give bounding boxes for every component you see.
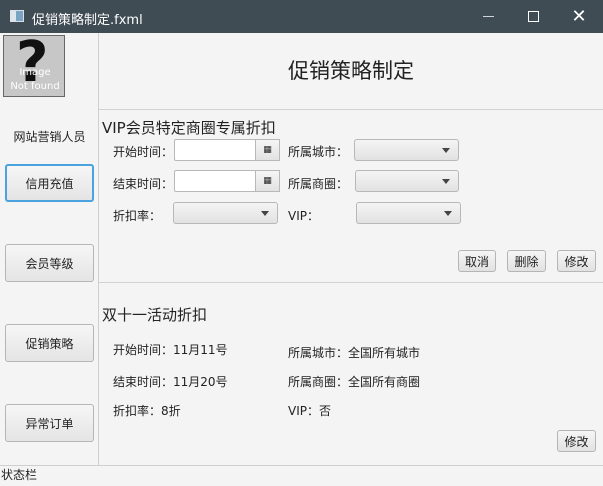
double11-section-title: 双十一活动折扣 bbox=[102, 306, 208, 324]
page-title: 促销策略制定 bbox=[288, 59, 414, 83]
calendar-icon: ▦ bbox=[263, 176, 272, 186]
chevron-down-icon bbox=[261, 211, 269, 216]
avatar: ? Image Not found bbox=[3, 35, 65, 97]
vip-start-calendar-button[interactable]: ▦ bbox=[256, 139, 280, 161]
vip-city-combobox[interactable] bbox=[354, 139, 459, 161]
delete-button[interactable]: 删除 bbox=[507, 250, 546, 272]
chevron-down-icon bbox=[444, 211, 452, 216]
vip-section-title: VIP会员特定商圈专属折扣 bbox=[102, 119, 276, 137]
user-role-label: 网站营销人员 bbox=[13, 130, 86, 144]
close-icon: ✕ bbox=[571, 6, 587, 27]
double11-modify-button[interactable]: 修改 bbox=[557, 430, 596, 452]
vip-vip-combobox[interactable] bbox=[356, 202, 461, 224]
vip-city-label: 所属城市： bbox=[288, 145, 349, 159]
divider bbox=[99, 109, 603, 110]
vip-start-date-picker: ▦ bbox=[174, 139, 280, 161]
status-bar: 状态栏 bbox=[0, 465, 603, 486]
vip-rate-label: 折扣率： bbox=[113, 209, 162, 223]
chevron-down-icon bbox=[442, 148, 450, 153]
promotion-strategy-button[interactable]: 促销策略 bbox=[5, 324, 94, 362]
vip-district-label: 所属商圈： bbox=[288, 177, 349, 191]
vip-rate-combobox[interactable] bbox=[173, 202, 278, 224]
chevron-down-icon bbox=[442, 179, 450, 184]
abnormal-orders-button[interactable]: 异常订单 bbox=[5, 404, 94, 442]
main-panel: 促销策略制定 VIP会员特定商圈专属折扣 开始时间： ▦ 所属城市： 结束时间：… bbox=[99, 33, 603, 465]
app-icon bbox=[10, 10, 24, 22]
sidebar: ? Image Not found 网站营销人员 信用充值 会员等级 促销策略 … bbox=[0, 33, 99, 465]
divider bbox=[99, 282, 603, 283]
close-button[interactable]: ✕ bbox=[556, 0, 602, 33]
double11-start-text: 开始时间：11月11号 bbox=[113, 343, 228, 357]
window-title: 促销策略制定.fxml bbox=[32, 13, 143, 28]
vip-end-date-picker: ▦ bbox=[174, 170, 280, 192]
vip-end-calendar-button[interactable]: ▦ bbox=[256, 170, 280, 192]
double11-end-text: 结束时间：11月20号 bbox=[113, 375, 228, 389]
minimize-icon bbox=[482, 16, 494, 17]
vip-modify-button[interactable]: 修改 bbox=[557, 250, 596, 272]
credit-recharge-button[interactable]: 信用充值 bbox=[5, 164, 94, 202]
cancel-button[interactable]: 取消 bbox=[458, 250, 496, 272]
maximize-button[interactable] bbox=[510, 0, 556, 33]
minimize-button[interactable] bbox=[465, 0, 511, 33]
vip-end-date-input[interactable] bbox=[174, 170, 256, 192]
calendar-icon: ▦ bbox=[263, 145, 272, 155]
member-level-button[interactable]: 会员等级 bbox=[5, 244, 94, 282]
vip-district-combobox[interactable] bbox=[355, 170, 459, 192]
vip-end-label: 结束时间： bbox=[113, 177, 174, 191]
double11-city-text: 所属城市：全国所有城市 bbox=[288, 346, 421, 360]
avatar-placeholder-text: Image Not found bbox=[10, 67, 60, 92]
window-titlebar: 促销策略制定.fxml ✕ bbox=[0, 0, 603, 33]
double11-vip-text: VIP：否 bbox=[288, 404, 331, 418]
vip-start-date-input[interactable] bbox=[174, 139, 256, 161]
double11-district-text: 所属商圈：全国所有商圈 bbox=[288, 375, 421, 389]
maximize-icon bbox=[527, 11, 539, 22]
vip-start-label: 开始时间： bbox=[113, 145, 174, 159]
double11-rate-text: 折扣率：8折 bbox=[113, 404, 181, 418]
vip-vip-label: VIP： bbox=[288, 209, 319, 223]
